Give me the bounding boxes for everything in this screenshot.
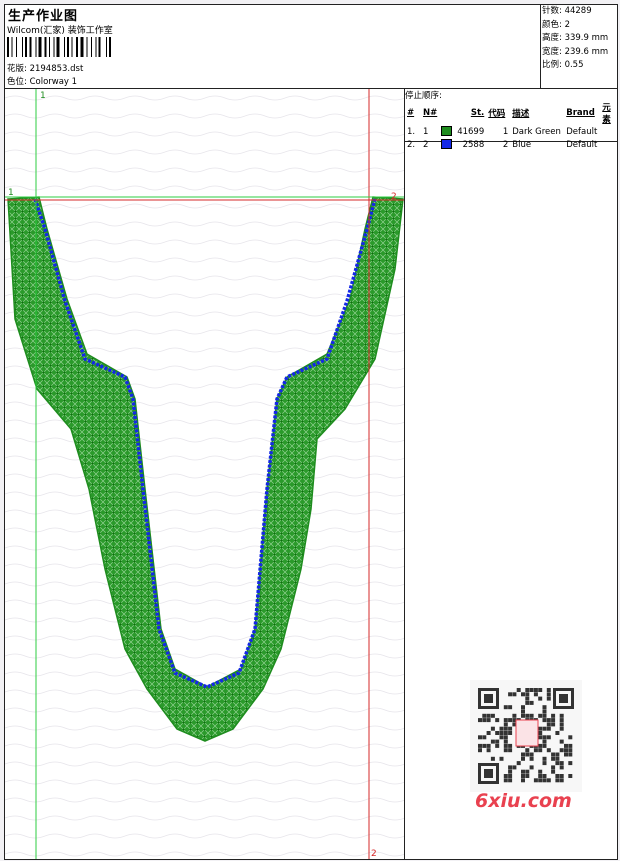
col-stitches: St. (470, 108, 485, 118)
row-needle: 2 (423, 139, 429, 150)
table-row: 2. 2 2588 2 Blue Default (405, 138, 620, 151)
design-preview: 1 1 2 2 (5, 89, 404, 859)
row-element (600, 138, 620, 151)
col-needle: N# (423, 108, 438, 118)
stop-sequence-table: # N# St. 代码 描述 Brand 元素 1. 1 41699 1 Dar… (405, 101, 620, 151)
row-swatch (439, 125, 454, 138)
colorway: 色位: Colorway 1 (7, 77, 78, 87)
design-file: 花版: 2194853.dst (7, 64, 84, 74)
col-code: 代码 (488, 109, 506, 119)
row-brand: Default (566, 139, 598, 150)
design-scale: 比例: 0.55 (542, 60, 584, 70)
design-height: 高度: 339.9 mm (542, 33, 609, 43)
color-swatch (441, 126, 453, 137)
row-brand: Default (566, 126, 598, 137)
row-needle: 1 (423, 126, 429, 137)
design-width: 宽度: 239.6 mm (542, 46, 609, 57)
row-description: Dark Green (512, 126, 561, 137)
row-index: 2. (407, 139, 416, 150)
watermark-logo: 6xiu.com (475, 790, 572, 812)
guide-label-h1: 1 (8, 188, 14, 198)
col-swatch (439, 101, 454, 125)
stats-block: 针数: 44289 颜色: 2 高度: 339.9 mm 宽度: 239.6 m… (542, 5, 608, 73)
col-index: # (407, 108, 415, 118)
stats-divider (540, 4, 541, 88)
qr-code-watermark (470, 680, 582, 792)
row-index: 1. (407, 126, 416, 137)
row-code: 1 (502, 126, 509, 137)
row-code: 2 (502, 139, 509, 150)
barcode (7, 37, 111, 57)
background-texture (5, 89, 404, 859)
guide-label-h2: 2 (391, 192, 397, 202)
row-stitches: 41699 (457, 126, 485, 137)
stitch-count: 针数: 44289 (542, 6, 592, 16)
guide-label-v2: 2 (371, 849, 377, 859)
stop-sequence-title: 停止顺序: (405, 91, 442, 101)
table-row: 1. 1 41699 1 Dark Green Default (405, 125, 620, 138)
color-swatch (441, 139, 453, 150)
col-element: 元素 (602, 103, 611, 125)
studio-name: Wilcom(汇家) 装饰工作室 (7, 26, 113, 36)
panel-divider (404, 88, 405, 860)
row-element (600, 125, 620, 138)
row-description: Blue (512, 139, 532, 150)
color-count: 颜色: 2 (542, 19, 570, 30)
page-title: 生产作业图 (8, 9, 79, 24)
col-description: 描述 (512, 109, 530, 119)
row-swatch (439, 138, 454, 151)
col-brand: Brand (566, 108, 595, 118)
guide-label-v1: 1 (40, 91, 46, 101)
row-stitches: 2588 (462, 139, 485, 150)
